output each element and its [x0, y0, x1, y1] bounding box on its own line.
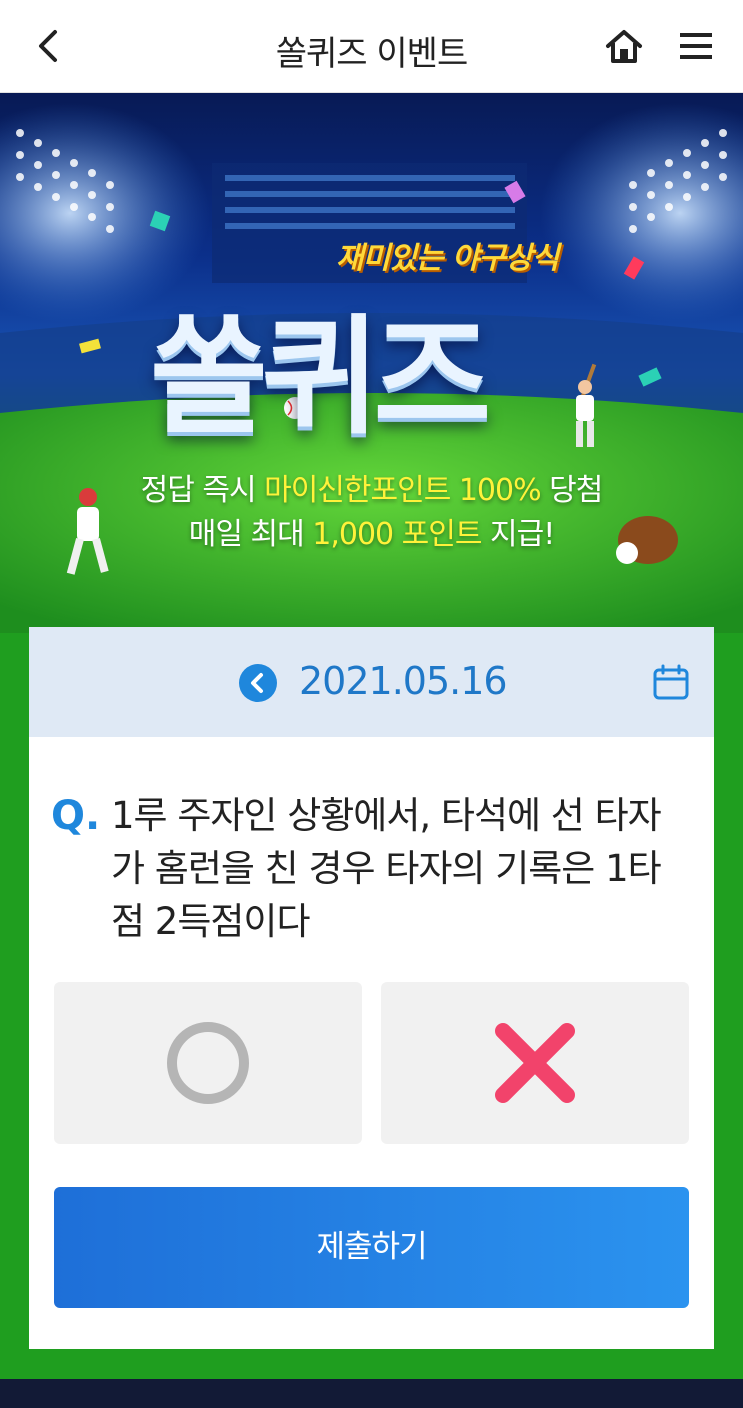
event-banner: 재미있는 야구상식 쏠퀴즈 정답 즉시 마이신한포인트 100% 당첨 매일 최…: [0, 93, 743, 633]
cross-x-icon: [495, 1023, 575, 1103]
banner-line-2-suffix: 지급!: [481, 517, 555, 552]
submit-button[interactable]: 제출하기: [54, 1187, 689, 1308]
question-text: 1루 주자인 상황에서, 타석에 선 타자가 홈런을 친 경우 타자의 기록은 …: [111, 794, 662, 943]
circle-o-icon: [167, 1022, 249, 1104]
calendar-button[interactable]: [652, 663, 690, 701]
banner-line-1-prefix: 정답 즉시: [140, 473, 265, 508]
question-label: Q.: [51, 793, 101, 839]
home-button[interactable]: [602, 26, 646, 66]
banner-line-1-highlight: 마이신한포인트 100%: [264, 473, 542, 508]
calendar-icon: [653, 664, 689, 700]
prev-date-button[interactable]: [239, 664, 277, 702]
banner-line-2-highlight: 1,000 포인트: [312, 517, 482, 552]
answer-x-button[interactable]: [381, 982, 689, 1144]
app-header: 쏠퀴즈 이벤트: [0, 0, 743, 93]
hamburger-menu-icon: [680, 33, 712, 59]
bottom-bar: [0, 1379, 743, 1408]
date-bar: 2021.05.16: [29, 627, 714, 737]
chevron-left-circle-icon: [251, 673, 263, 693]
menu-button[interactable]: [676, 28, 716, 64]
banner-line-2-prefix: 매일 최대: [188, 517, 313, 552]
banner-line-1: 정답 즉시 마이신한포인트 100% 당첨: [0, 465, 743, 509]
banner-line-1-suffix: 당첨: [540, 473, 603, 508]
quiz-card: 2021.05.16 Q. 1루 주자인 상황에서, 타석에 선 타자가 홈런을…: [29, 627, 714, 1349]
banner-subtitle: 재미있는 야구상식: [336, 241, 559, 276]
home-icon: [606, 30, 642, 63]
quiz-logo: 쏠퀴즈: [150, 303, 491, 452]
banner-line-2: 매일 최대 1,000 포인트 지급!: [0, 509, 743, 553]
quiz-date: 2021.05.16: [299, 659, 508, 703]
answer-o-button[interactable]: [54, 982, 362, 1144]
